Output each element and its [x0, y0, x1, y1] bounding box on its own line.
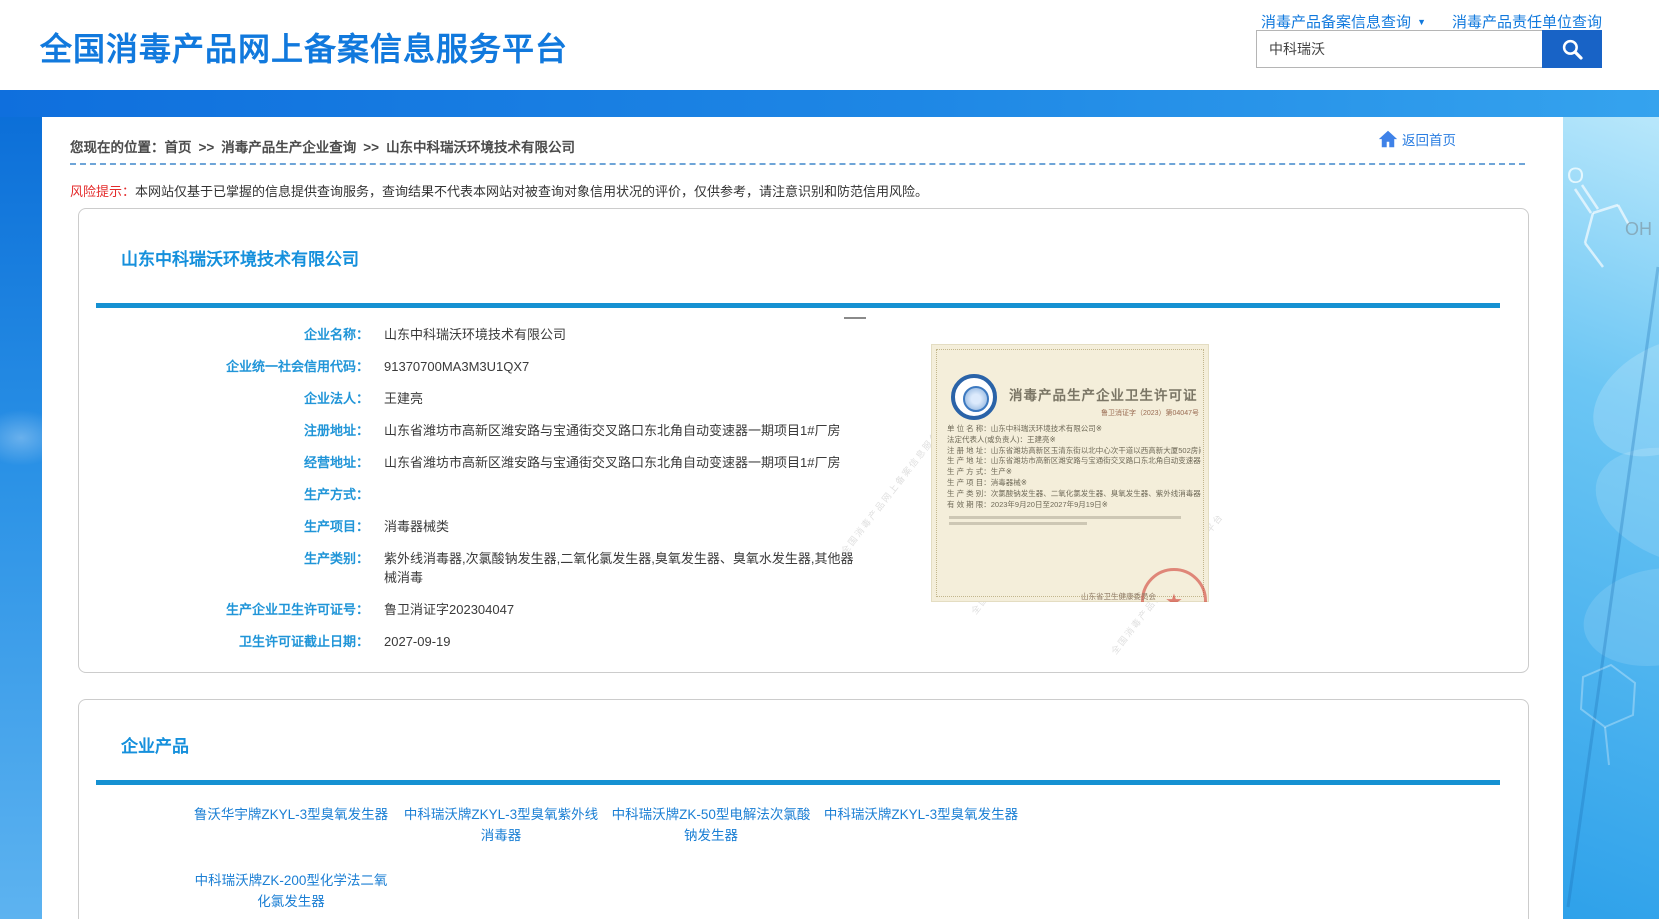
field-value: 山东省潍坊市高新区潍安路与宝通街交叉路口东北角自动变速器一期项目1#厂房	[384, 421, 840, 440]
field-label: 企业名称：	[79, 325, 369, 344]
risk-notice: 风险提示：本网站仅基于已掌握的信息提供查询服务，查询结果不代表本网站对被查询对象…	[70, 181, 928, 200]
certificate-line: 生 产 类 别：次氯酸钠发生器、二氧化氯发生器、臭氧发生器、紫外线消毒器	[947, 489, 1201, 500]
chevron-down-icon[interactable]: ▼	[1417, 17, 1426, 27]
certificate-body: 单 位 名 称：山东中科瑞沃环境技术有限公司※法定代表人(或负责人)：王建亮※注…	[947, 424, 1201, 510]
field-value: 2027-09-19	[384, 632, 451, 651]
site-title: 全国消毒产品网上备案信息服务平台	[40, 24, 568, 70]
certificate-authority: 山东省卫生健康委员会	[1081, 591, 1156, 602]
certificate-fine-print	[949, 516, 1181, 519]
field-row: 卫生许可证截止日期： 2027-09-19	[79, 632, 1528, 651]
certificate-line: 生 产 地 址：山东省潍坊市高新区潍安路与宝通街交叉路口东北角自动变速器一期项目…	[947, 456, 1201, 467]
field-value: 鲁卫消证字202304047	[384, 600, 514, 619]
top-nav: 消毒产品备案信息查询 ▼ 消毒产品责任单位查询	[1261, 11, 1602, 32]
certificate-title: 消毒产品生产企业卫生许可证	[1009, 384, 1198, 404]
page: 全国消毒产品网上备案信息服务平台 消毒产品备案信息查询 ▼ 消毒产品责任单位查询	[0, 0, 1659, 919]
field-label: 生产类别：	[79, 549, 369, 587]
nav-record-info-query[interactable]: 消毒产品备案信息查询	[1261, 14, 1411, 31]
field-label: 生产企业卫生许可证号：	[79, 600, 369, 619]
scan-dash-mark	[844, 317, 866, 319]
breadcrumb-current: 山东中科瑞沃环境技术有限公司	[386, 140, 575, 155]
site-header: 全国消毒产品网上备案信息服务平台 消毒产品备案信息查询 ▼ 消毒产品责任单位查询	[0, 0, 1659, 90]
field-label: 企业法人：	[79, 389, 369, 408]
search-bar	[1256, 30, 1602, 68]
field-row: 企业名称： 山东中科瑞沃环境技术有限公司	[79, 325, 1528, 344]
product-link[interactable]: 中科瑞沃牌ZK-200型化学法二氧化氯发生器	[189, 870, 393, 912]
breadcrumb-home-link[interactable]: 首页	[165, 140, 192, 155]
health-commission-emblem-icon	[951, 374, 997, 420]
company-products-card: 企业产品 鲁沃华宇牌ZKYL-3型臭氧发生器中科瑞沃牌ZKYL-3型臭氧紫外线消…	[78, 699, 1529, 919]
field-value: 91370700MA3M3U1QX7	[384, 357, 529, 376]
field-value: 王建亮	[384, 389, 423, 408]
field-label: 注册地址：	[79, 421, 369, 440]
header-blue-band	[0, 90, 1659, 117]
dashed-divider	[70, 163, 1525, 165]
company-fields: 企业名称： 山东中科瑞沃环境技术有限公司 企业统一社会信用代码： 9137070…	[79, 325, 1528, 664]
product-link[interactable]: 中科瑞沃牌ZKYL-3型臭氧发生器	[819, 804, 1023, 846]
field-row: 生产企业卫生许可证号： 鲁卫消证字202304047	[79, 600, 1528, 619]
home-icon	[1377, 128, 1399, 150]
breadcrumb-prefix: 您现在的位置：	[70, 140, 165, 155]
risk-notice-label: 风险提示：	[70, 184, 135, 199]
field-row: 注册地址： 山东省潍坊市高新区潍安路与宝通街交叉路口东北角自动变速器一期项目1#…	[79, 421, 1528, 440]
back-home-label: 返回首页	[1402, 129, 1456, 149]
breadcrumb-enterprise-query-link[interactable]: 消毒产品生产企业查询	[221, 140, 356, 155]
certificate-fine-print	[949, 522, 1087, 525]
page-body: 您现在的位置：首页 >> 消毒产品生产企业查询 >> 山东中科瑞沃环境技术有限公司 返回…	[0, 117, 1659, 919]
certificate-line: 注 册 地 址：山东省潍坊高新区玉清东街以北中心次干道以西高新大厦502房间※	[947, 446, 1201, 457]
breadcrumb-separator: >>	[199, 140, 215, 155]
svg-text:O: O	[1567, 163, 1584, 188]
field-label: 生产方式：	[79, 485, 369, 504]
main-content: 您现在的位置：首页 >> 消毒产品生产企业查询 >> 山东中科瑞沃环境技术有限公司 返回…	[42, 117, 1563, 919]
molecule-decoration: O OH	[1563, 117, 1659, 919]
field-row: 经营地址： 山东省潍坊市高新区潍安路与宝通街交叉路口东北角自动变速器一期项目1#…	[79, 453, 1528, 472]
certificate-line: 法定代表人(或负责人)：王建亮※	[947, 435, 1201, 446]
certificate-line: 生 产 方 式：生产※	[947, 467, 1201, 478]
field-label: 卫生许可证截止日期：	[79, 632, 369, 651]
certificate-line: 生 产 项 目：消毒器械※	[947, 478, 1201, 489]
certificate-line: 单 位 名 称：山东中科瑞沃环境技术有限公司※	[947, 424, 1201, 435]
certificate-license-number: 鲁卫消证字（2023）第04047号	[1101, 408, 1199, 418]
field-value: 山东中科瑞沃环境技术有限公司	[384, 325, 566, 344]
products-card-title: 企业产品	[121, 732, 189, 757]
product-link[interactable]: 中科瑞沃牌ZK-50型电解法次氯酸钠发生器	[609, 804, 813, 846]
field-label: 经营地址：	[79, 453, 369, 472]
products-card-underline	[96, 780, 1500, 785]
company-card-title: 山东中科瑞沃环境技术有限公司	[121, 245, 359, 270]
nav-responsible-unit-query[interactable]: 消毒产品责任单位查询	[1452, 14, 1602, 31]
risk-notice-text: 本网站仅基于已掌握的信息提供查询服务，查询结果不代表本网站对被查询对象信用状况的…	[135, 184, 928, 199]
field-row: 企业法人： 王建亮	[79, 389, 1528, 408]
field-row: 企业统一社会信用代码： 91370700MA3M3U1QX7	[79, 357, 1528, 376]
product-link[interactable]: 中科瑞沃牌ZKYL-3型臭氧紫外线消毒器	[399, 804, 603, 846]
search-icon	[1559, 36, 1585, 62]
search-button[interactable]	[1542, 30, 1602, 68]
field-row: 生产方式：	[79, 485, 1528, 504]
company-card-underline	[96, 303, 1500, 308]
field-value: 山东省潍坊市高新区潍安路与宝通街交叉路口东北角自动变速器一期项目1#厂房	[384, 453, 840, 472]
certificate-line: 有 效 期 限：2023年9月20日至2027年9月19日※	[947, 500, 1201, 511]
left-background-strip	[0, 117, 42, 919]
field-label: 生产项目：	[79, 517, 369, 536]
field-row: 生产项目： 消毒器械类	[79, 517, 1528, 536]
search-input[interactable]	[1256, 30, 1542, 68]
field-value: 消毒器械类	[384, 517, 449, 536]
breadcrumb: 您现在的位置：首页 >> 消毒产品生产企业查询 >> 山东中科瑞沃环境技术有限公司	[70, 136, 575, 156]
product-grid: 鲁沃华宇牌ZKYL-3型臭氧发生器中科瑞沃牌ZKYL-3型臭氧紫外线消毒器中科瑞…	[189, 804, 1049, 919]
field-value: 紫外线消毒器,次氯酸钠发生器,二氧化氯发生器,臭氧发生器、臭氧水发生器,其他器械…	[384, 549, 859, 587]
company-info-card: 山东中科瑞沃环境技术有限公司 企业名称： 山东中科瑞沃环境技术有限公司 企业统一…	[78, 208, 1529, 673]
product-link[interactable]: 鲁沃华宇牌ZKYL-3型臭氧发生器	[189, 804, 393, 846]
hygiene-license-certificate-image: 消毒产品生产企业卫生许可证 鲁卫消证字（2023）第04047号 单 位 名 称…	[931, 344, 1209, 602]
svg-text:OH: OH	[1625, 219, 1652, 239]
right-background-strip: O OH	[1563, 117, 1659, 919]
field-row: 生产类别： 紫外线消毒器,次氯酸钠发生器,二氧化氯发生器,臭氧发生器、臭氧水发生…	[79, 549, 1528, 587]
breadcrumb-separator: >>	[363, 140, 379, 155]
field-label: 企业统一社会信用代码：	[79, 357, 369, 376]
back-home-link[interactable]: 返回首页	[1377, 128, 1456, 150]
